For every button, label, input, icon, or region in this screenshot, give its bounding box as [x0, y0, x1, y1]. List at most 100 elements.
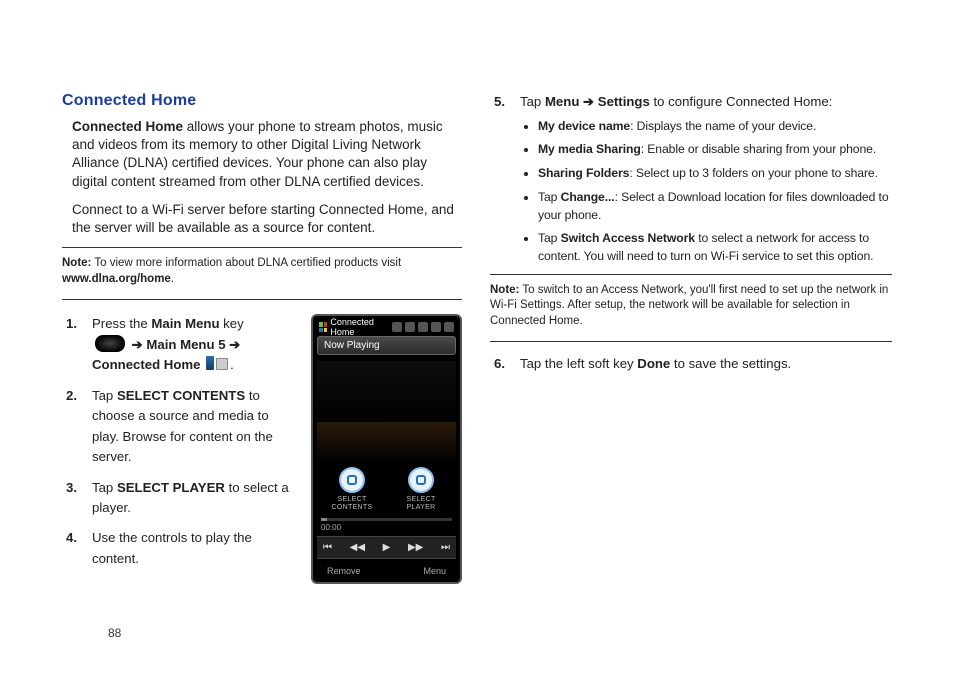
select-contents-button: SELECT CONTENTS	[325, 467, 379, 511]
note-link: www.dlna.org/home	[62, 273, 171, 285]
step5-post: to configure Connected Home:	[650, 94, 833, 109]
step-number: 6.	[494, 354, 505, 374]
progress-bar	[321, 518, 452, 521]
steps-text: Press the Main Menu key ➔ Main Menu 5 ➔ …	[62, 314, 297, 583]
right-column: 5. Tap Menu ➔ Settings to configure Conn…	[490, 92, 892, 584]
bullet-media-sharing: My media Sharing: Enable or disable shar…	[538, 141, 892, 159]
arrow-icon: ➔	[132, 337, 143, 352]
step-3: Tap SELECT PLAYER to select a player.	[62, 478, 297, 519]
bullet-change: Tap Change...: Select a Download locatio…	[538, 189, 892, 224]
volume-icon	[418, 322, 428, 332]
select-row: SELECT CONTENTS SELECT PLAYER	[317, 467, 456, 511]
step-number: 5.	[494, 92, 505, 112]
b3-bold: Sharing Folders	[538, 166, 629, 180]
step6-bold: Done	[637, 356, 670, 371]
main-menu-key-icon	[95, 335, 125, 352]
time-elapsed: 00:00	[321, 523, 341, 532]
next-icon: ⏭	[441, 542, 450, 553]
phone-stage	[317, 361, 456, 463]
b3-text: : Select up to 3 folders on your phone t…	[629, 166, 878, 180]
b1-text: : Displays the name of your device.	[630, 119, 816, 133]
note-label: Note:	[62, 257, 91, 269]
windows-flag-icon	[319, 322, 327, 332]
select-player-l2: PLAYER	[394, 504, 448, 512]
select-contents-l2: CONTENTS	[325, 504, 379, 512]
step-4: Use the controls to play the content.	[62, 528, 297, 569]
step5-settings: Settings	[598, 94, 650, 109]
note-left: Note: To view more information about DLN…	[62, 254, 462, 291]
arrow-icon: ➔	[583, 94, 594, 109]
step-6: 6. Tap the left soft key Done to save th…	[490, 354, 892, 374]
softkey-row: Remove Menu	[317, 563, 456, 578]
playback-controls: ⏮ ◀◀ ▶ ▶▶ ⏭	[317, 536, 456, 559]
steps-with-figure: Press the Main Menu key ➔ Main Menu 5 ➔ …	[62, 314, 462, 583]
rewind-icon: ◀◀	[350, 542, 365, 553]
ordered-steps-left: Press the Main Menu key ➔ Main Menu 5 ➔ …	[62, 314, 297, 569]
select-player-button: SELECT PLAYER	[394, 467, 448, 511]
phone-statusbar: Connected Home	[317, 320, 456, 334]
step2-bold: SELECT CONTENTS	[117, 388, 245, 403]
forward-icon: ▶▶	[408, 542, 423, 553]
close-icon	[444, 322, 454, 332]
connected-home-icon	[206, 356, 228, 372]
now-playing-bar: Now Playing	[317, 336, 456, 355]
select-player-l1: SELECT	[394, 496, 448, 504]
step-2: Tap SELECT CONTENTS to choose a source a…	[62, 386, 297, 468]
bullet-device-name: My device name: Displays the name of you…	[538, 118, 892, 136]
select-contents-l1: SELECT	[325, 496, 379, 504]
softkey-right: Menu	[423, 566, 446, 576]
step5-pre: Tap	[520, 94, 545, 109]
prev-icon: ⏮	[323, 542, 332, 553]
step2-pre: Tap	[92, 388, 117, 403]
b4-bold: Change...	[561, 190, 615, 204]
b2-text: : Enable or disable sharing from your ph…	[641, 142, 876, 156]
wifi-icon	[392, 322, 402, 332]
left-column: Connected Home Connected Home allows you…	[62, 92, 462, 584]
step1-mainmenu: Main Menu	[151, 316, 219, 331]
step1-pre: Press the	[92, 316, 151, 331]
softkey-left: Remove	[327, 566, 361, 576]
battery-icon	[431, 322, 441, 332]
phone-screenshot: Connected Home Now Playing SELECT	[311, 314, 462, 583]
page-body: Connected Home Connected Home allows you…	[62, 92, 892, 584]
note-end: .	[171, 273, 174, 285]
note-body: To view more information about DLNA cert…	[91, 257, 401, 269]
rule-bottom	[62, 299, 462, 300]
time-row: 00:00	[317, 523, 456, 532]
step3-bold: SELECT PLAYER	[117, 480, 225, 495]
step1-key: key	[220, 316, 244, 331]
step6-post: to save the settings.	[670, 356, 791, 371]
ordered-steps-right-2: 6. Tap the left soft key Done to save th…	[490, 354, 892, 374]
play-icon: ▶	[383, 542, 391, 553]
arrow-icon: ➔	[229, 337, 240, 352]
settings-bullets: My device name: Displays the name of you…	[538, 118, 892, 266]
note-right: Note: To switch to an Access Network, yo…	[490, 281, 892, 334]
phone-app-title: Connected Home	[330, 317, 389, 337]
rule-bottom-right	[490, 341, 892, 342]
intro-paragraph-2: Connect to a Wi-Fi server before startin…	[72, 201, 462, 237]
b1-bold: My device name	[538, 119, 630, 133]
player-circle-icon	[408, 467, 434, 493]
rule-top-right	[490, 274, 892, 275]
step3-pre: Tap	[92, 480, 117, 495]
step1-menu5: Main Menu 5	[146, 337, 225, 352]
step1-period: .	[230, 357, 234, 372]
note-body: To switch to an Access Network, you'll f…	[490, 284, 888, 327]
rule-top	[62, 247, 462, 248]
page-number: 88	[108, 626, 121, 640]
signal-icon	[405, 322, 415, 332]
contents-circle-icon	[339, 467, 365, 493]
intro-paragraph-1: Connected Home allows your phone to stre…	[72, 118, 462, 191]
intro-bold: Connected Home	[72, 119, 183, 134]
ordered-steps-right: 5. Tap Menu ➔ Settings to configure Conn…	[490, 92, 892, 266]
bullet-sharing-folders: Sharing Folders: Select up to 3 folders …	[538, 165, 892, 183]
step1-ch: Connected Home	[92, 357, 200, 372]
b5-pre: Tap	[538, 231, 561, 245]
step-1: Press the Main Menu key ➔ Main Menu 5 ➔ …	[62, 314, 297, 375]
bullet-switch-network: Tap Switch Access Network to select a ne…	[538, 230, 892, 265]
b4-pre: Tap	[538, 190, 561, 204]
b5-bold: Switch Access Network	[561, 231, 695, 245]
section-heading: Connected Home	[62, 92, 462, 110]
note-label: Note:	[490, 284, 519, 296]
step-5: 5. Tap Menu ➔ Settings to configure Conn…	[490, 92, 892, 266]
